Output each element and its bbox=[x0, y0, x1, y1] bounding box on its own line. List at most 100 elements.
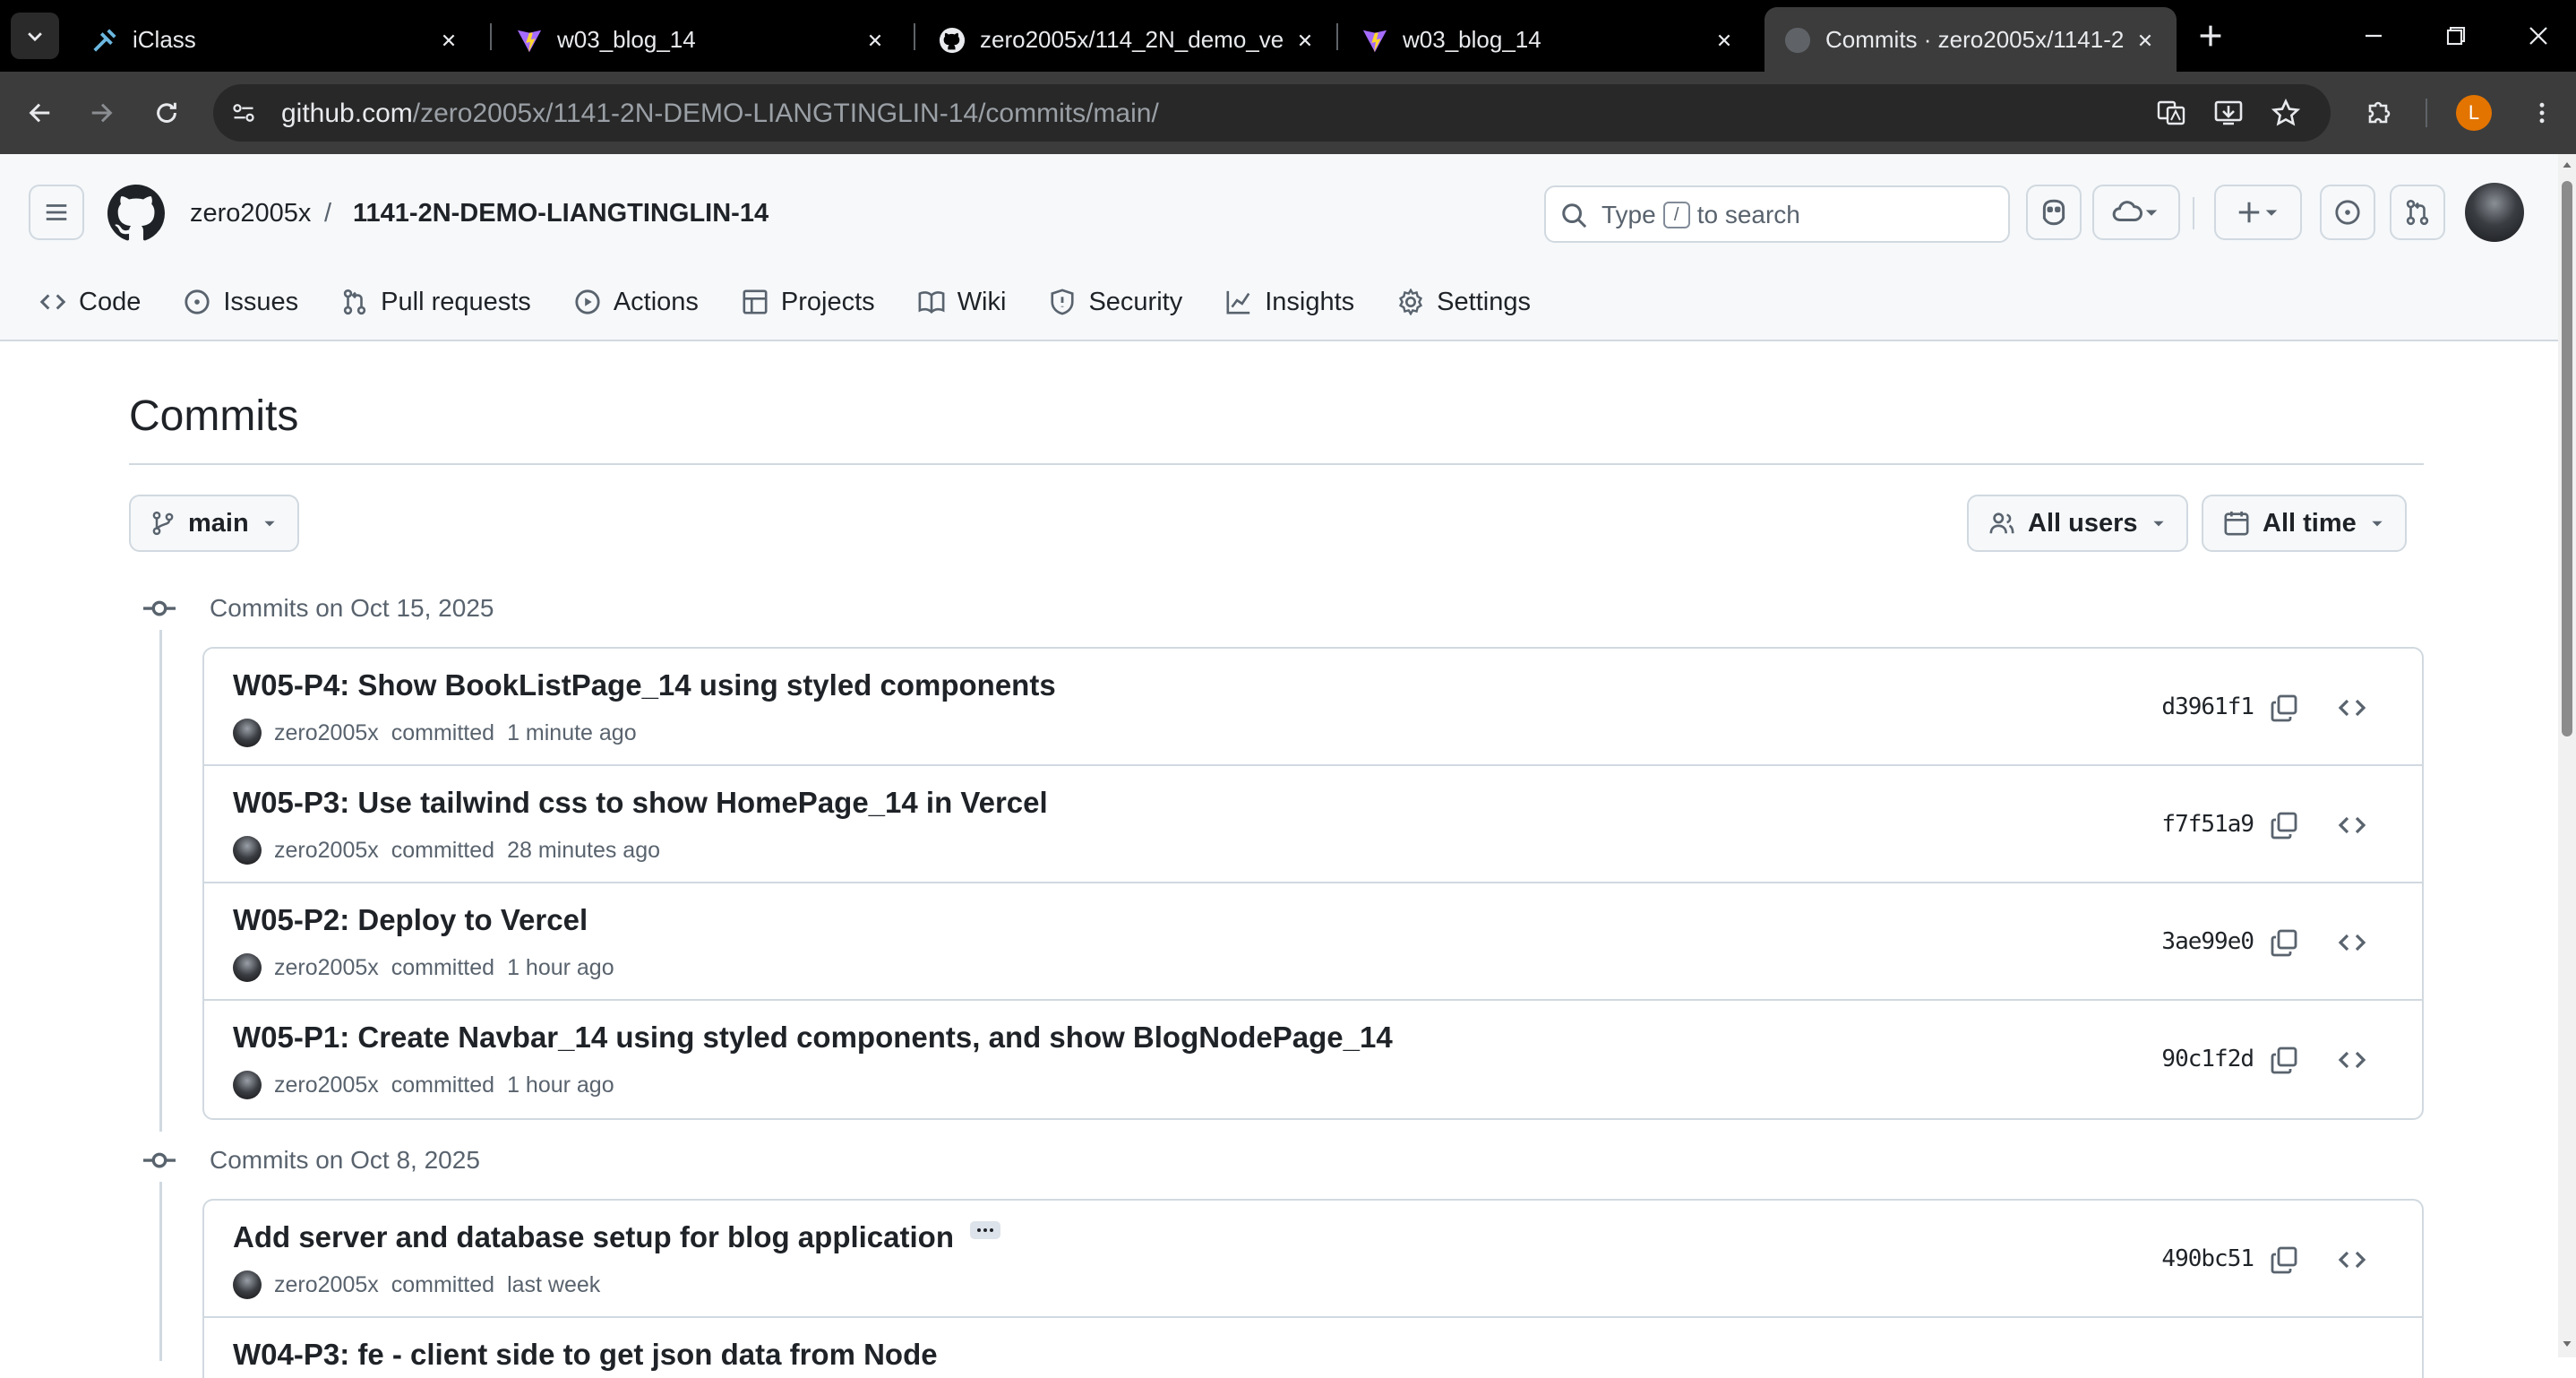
copilot-menu-button[interactable] bbox=[2092, 185, 2180, 240]
commit-message-link[interactable]: W05-P4: Show BookListPage_14 using style… bbox=[233, 668, 1056, 702]
caret-down-icon bbox=[2372, 521, 2383, 527]
commit-sha[interactable]: 3ae99e0 bbox=[2161, 928, 2254, 955]
user-avatar[interactable] bbox=[2465, 183, 2524, 242]
commit-sha[interactable]: f7f51a9 bbox=[2161, 811, 2254, 838]
translate-icon[interactable] bbox=[2155, 97, 2187, 129]
tab-pull-requests[interactable]: Pull requests bbox=[341, 280, 531, 324]
browse-repo-at-commit-button[interactable] bbox=[2334, 1042, 2370, 1078]
new-tab-button[interactable] bbox=[2193, 18, 2228, 54]
play-icon bbox=[575, 289, 600, 314]
scroll-down-icon[interactable] bbox=[2562, 1339, 2572, 1349]
breadcrumb-repo[interactable]: 1141-2N-DEMO-LIANGTINGLIN-14 bbox=[353, 199, 769, 228]
bookmark-star-icon[interactable] bbox=[2270, 97, 2302, 129]
scroll-up-icon[interactable] bbox=[2562, 159, 2572, 170]
tab-issues[interactable]: Issues bbox=[184, 280, 298, 324]
commit-sha[interactable]: 90c1f2d bbox=[2161, 1046, 2254, 1072]
tab-actions[interactable]: Actions bbox=[574, 280, 699, 324]
forward-button[interactable] bbox=[82, 93, 122, 133]
commit-sha[interactable]: d3961f1 bbox=[2161, 693, 2254, 720]
create-new-button[interactable] bbox=[2214, 185, 2302, 240]
page-scrollbar[interactable] bbox=[2558, 154, 2576, 1357]
tab-wiki[interactable]: Wiki bbox=[918, 280, 1007, 324]
author-avatar[interactable] bbox=[233, 1071, 262, 1099]
commit-message-link[interactable]: W05-P3: Use tailwind css to show HomePag… bbox=[233, 786, 1048, 820]
commit-verb: committed bbox=[391, 1072, 495, 1098]
tab-settings[interactable]: Settings bbox=[1397, 280, 1531, 324]
close-icon[interactable] bbox=[863, 29, 887, 52]
browse-repo-at-commit-button[interactable] bbox=[2334, 690, 2370, 726]
commit-author[interactable]: zero2005x bbox=[274, 1272, 379, 1298]
browse-repo-at-commit-button[interactable] bbox=[2334, 807, 2370, 843]
browse-repo-at-commit-button[interactable] bbox=[2334, 925, 2370, 960]
github-logo-icon[interactable] bbox=[107, 185, 165, 242]
close-icon[interactable] bbox=[437, 29, 460, 52]
search-icon bbox=[1560, 202, 1587, 228]
commit-author[interactable]: zero2005x bbox=[274, 1072, 379, 1098]
commit-author[interactable]: zero2005x bbox=[274, 720, 379, 746]
author-avatar[interactable] bbox=[233, 953, 262, 982]
browse-repo-at-commit-button[interactable] bbox=[2334, 1242, 2370, 1278]
pull-requests-button[interactable] bbox=[2390, 185, 2445, 240]
scrollbar-thumb[interactable] bbox=[2562, 181, 2572, 736]
back-button[interactable] bbox=[20, 93, 59, 133]
commit-message-link[interactable]: W05-P2: Deploy to Vercel bbox=[233, 903, 588, 937]
tab-search-button[interactable] bbox=[11, 13, 59, 59]
restore-button[interactable] bbox=[2438, 18, 2474, 54]
tab-title: zero2005x/114_2N_demo_ve bbox=[980, 26, 1284, 53]
copilot-button[interactable] bbox=[2026, 185, 2082, 240]
puzzle-icon bbox=[2368, 101, 2391, 124]
commit-list: Add server and database setup for blog a… bbox=[202, 1199, 2424, 1378]
commit-sha[interactable]: 490bc51 bbox=[2161, 1245, 2254, 1272]
search-input[interactable]: Type / to search bbox=[1544, 185, 2010, 243]
profile-avatar[interactable]: L bbox=[2456, 95, 2492, 131]
commit-message: W05-P4: Show BookListPage_14 using style… bbox=[233, 668, 1056, 702]
commit-message-link[interactable]: Add server and database setup for blog a… bbox=[233, 1220, 1000, 1254]
commit-author[interactable]: zero2005x bbox=[274, 955, 379, 981]
breadcrumb-separator: / bbox=[324, 199, 332, 228]
users-filter-button[interactable]: All users bbox=[1967, 495, 2188, 552]
tab-insights[interactable]: Insights bbox=[1225, 280, 1354, 324]
site-info-icon[interactable] bbox=[228, 97, 260, 129]
cloud-icon bbox=[2112, 201, 2142, 221]
install-app-icon[interactable] bbox=[2212, 97, 2245, 129]
close-icon[interactable] bbox=[1293, 29, 1317, 52]
vite-icon bbox=[516, 27, 543, 54]
copy-sha-button[interactable] bbox=[2266, 690, 2302, 726]
browser-tab-0[interactable]: iClass bbox=[72, 7, 484, 72]
browser-tab-4[interactable]: Commits · zero2005x/1141-2 bbox=[1765, 7, 2177, 72]
commit-meta: zero2005x committed last week bbox=[233, 1270, 600, 1299]
extensions-button[interactable] bbox=[2359, 93, 2399, 133]
tab-wiki-label: Wiki bbox=[957, 287, 1007, 316]
breadcrumb-owner[interactable]: zero2005x bbox=[190, 199, 311, 228]
commit-message-link[interactable]: W05-P1: Create Navbar_14 using styled co… bbox=[233, 1021, 1393, 1055]
issues-button[interactable] bbox=[2320, 185, 2375, 240]
time-filter-button[interactable]: All time bbox=[2202, 495, 2407, 552]
branch-select-button[interactable]: main bbox=[129, 495, 299, 552]
expand-description-button[interactable] bbox=[970, 1221, 1000, 1239]
code-icon bbox=[2338, 934, 2366, 952]
author-avatar[interactable] bbox=[233, 836, 262, 865]
minimize-button[interactable] bbox=[2356, 18, 2391, 54]
close-window-button[interactable] bbox=[2520, 18, 2556, 54]
tab-security[interactable]: Security bbox=[1049, 280, 1182, 324]
copy-sha-button[interactable] bbox=[2266, 807, 2302, 843]
reload-button[interactable] bbox=[147, 93, 186, 133]
browser-tab-1[interactable]: w03_blog_14 bbox=[496, 7, 908, 72]
author-avatar[interactable] bbox=[233, 719, 262, 747]
tab-code[interactable]: Code bbox=[39, 280, 141, 324]
copy-sha-button[interactable] bbox=[2266, 925, 2302, 960]
commit-author[interactable]: zero2005x bbox=[274, 838, 379, 864]
close-icon[interactable] bbox=[2134, 29, 2157, 52]
browser-tab-3[interactable]: w03_blog_14 bbox=[1342, 7, 1763, 72]
global-nav-button[interactable] bbox=[29, 185, 84, 240]
tab-projects[interactable]: Projects bbox=[742, 280, 875, 324]
browser-tab-2[interactable]: zero2005x/114_2N_demo_ve bbox=[919, 7, 1340, 72]
address-bar[interactable]: github.com/zero2005x/1141-2N-DEMO-LIANGT… bbox=[213, 84, 2331, 142]
author-avatar[interactable] bbox=[233, 1270, 262, 1299]
close-icon[interactable] bbox=[1713, 29, 1736, 52]
copy-sha-button[interactable] bbox=[2266, 1042, 2302, 1078]
pull-request-icon bbox=[2406, 199, 2429, 226]
copy-sha-button[interactable] bbox=[2266, 1242, 2302, 1278]
browser-menu-button[interactable] bbox=[2522, 93, 2562, 133]
commit-message-link[interactable]: W04-P3: fe - client side to get json dat… bbox=[233, 1338, 938, 1372]
